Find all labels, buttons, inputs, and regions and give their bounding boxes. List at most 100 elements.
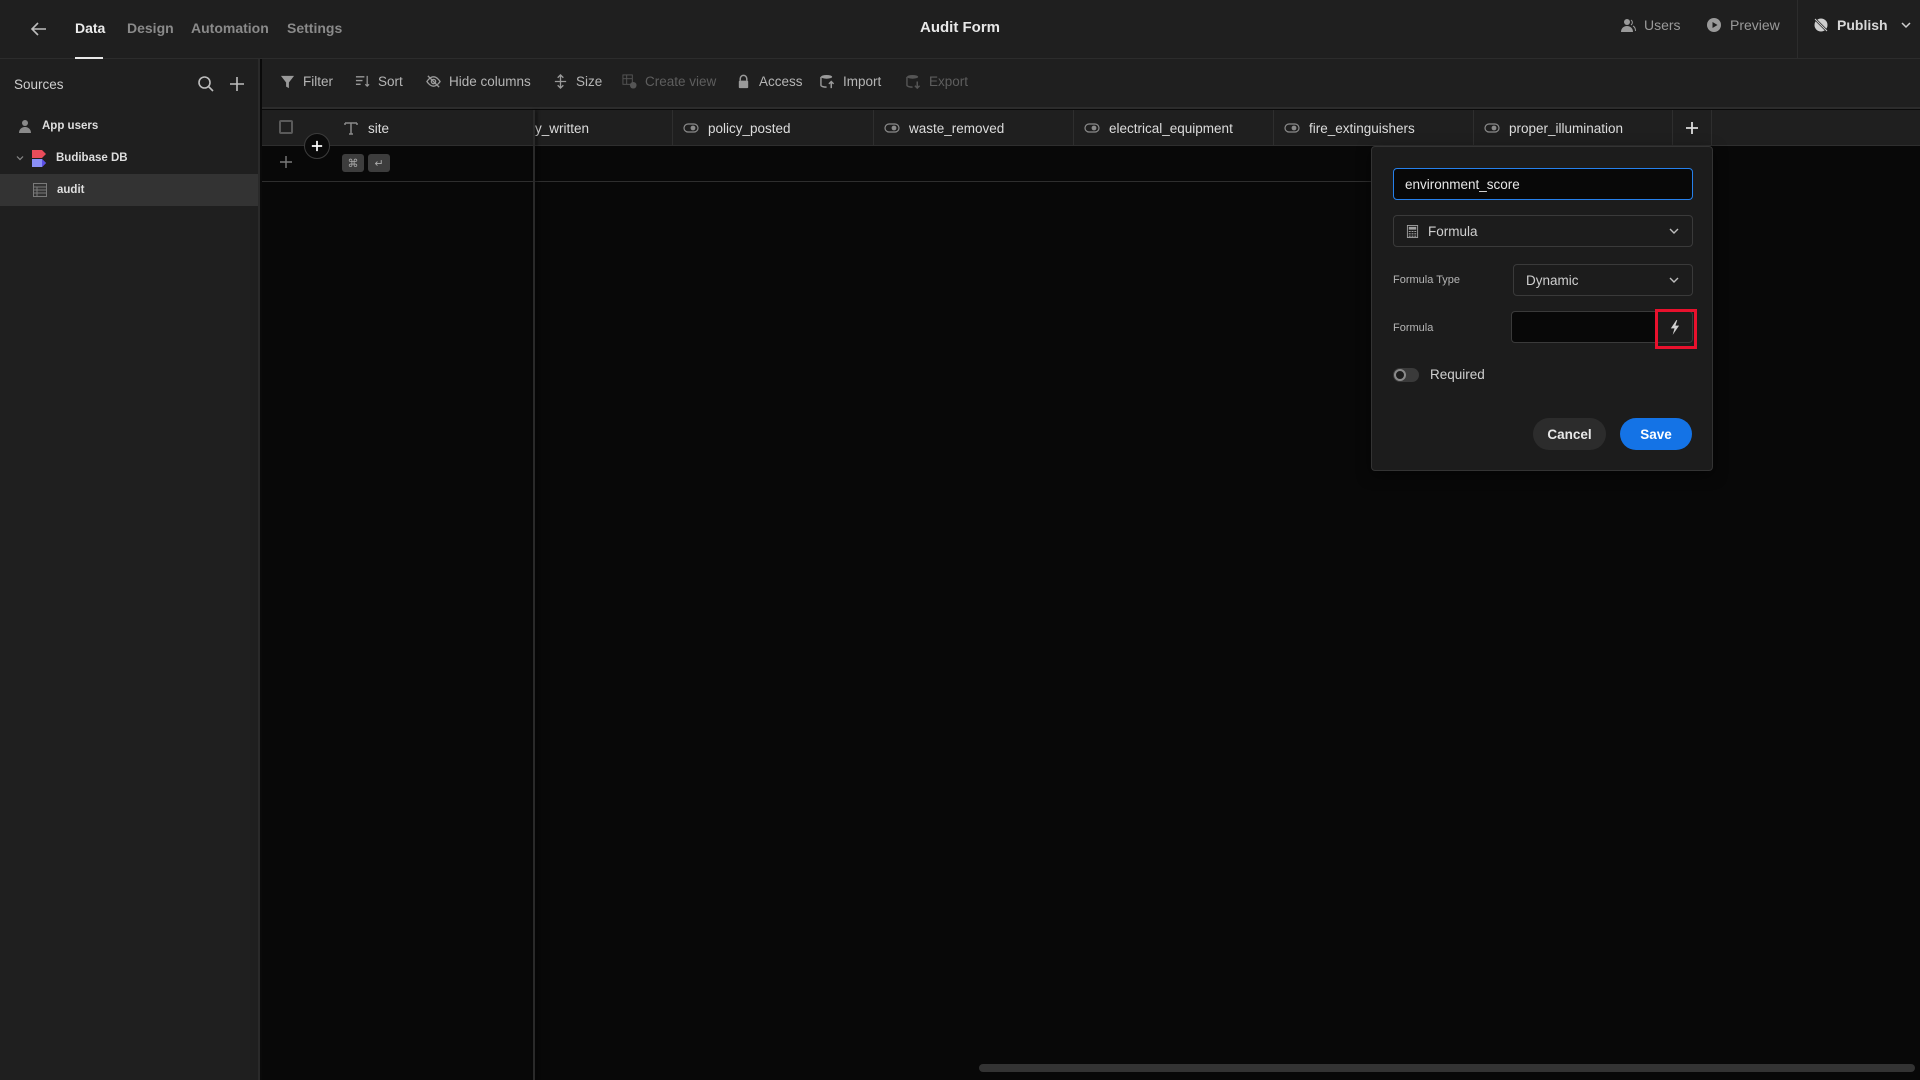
chevron-down-icon[interactable] xyxy=(15,153,25,163)
cancel-button[interactable]: Cancel xyxy=(1533,418,1606,450)
lightning-icon xyxy=(1670,319,1680,335)
tab-settings[interactable]: Settings xyxy=(287,20,342,36)
preview-label: Preview xyxy=(1730,17,1780,33)
column-header-waste-removed[interactable]: waste_removed xyxy=(874,110,1074,146)
formula-binding-button[interactable] xyxy=(1656,311,1693,343)
eye-off-icon xyxy=(426,75,441,88)
formula-input[interactable] xyxy=(1511,311,1656,343)
sidebar-item-label: audit xyxy=(57,184,85,196)
sidebar-item-label: App users xyxy=(42,120,99,132)
globe-off-icon xyxy=(1814,18,1828,32)
sidebar-item-audit[interactable]: audit xyxy=(0,174,258,206)
play-circle-icon xyxy=(1707,18,1721,32)
search-sources-button[interactable] xyxy=(196,74,216,94)
column-header-electrical-equipment[interactable]: electrical_equipment xyxy=(1074,110,1274,146)
floating-add-row-button[interactable] xyxy=(304,133,330,159)
size-button[interactable]: Size xyxy=(553,74,602,89)
formula-type-select[interactable]: Dynamic xyxy=(1513,264,1693,296)
database-export-icon xyxy=(906,74,921,89)
select-all-checkbox[interactable] xyxy=(279,120,293,134)
plus-icon xyxy=(311,140,323,152)
resize-vertical-icon xyxy=(554,74,567,89)
publish-label: Publish xyxy=(1837,17,1888,33)
save-button[interactable]: Save xyxy=(1620,418,1692,450)
column-header-proper-illumination[interactable]: proper_illumination xyxy=(1474,110,1673,146)
create-view-button[interactable]: Create view xyxy=(622,74,716,89)
table-add-icon xyxy=(622,74,637,89)
tab-data[interactable]: Data xyxy=(75,20,105,36)
toggle-type-icon xyxy=(1084,123,1100,133)
plus-icon xyxy=(280,156,292,168)
sort-button[interactable]: Sort xyxy=(355,74,403,89)
shortcut-key-enter: ↵ xyxy=(368,154,390,172)
column-header-policy-posted[interactable]: policy_posted xyxy=(673,110,874,146)
column-name: waste_removed xyxy=(909,120,1005,136)
toggle-type-icon xyxy=(683,123,699,133)
sources-title: Sources xyxy=(14,77,64,92)
formula-type-value: Dynamic xyxy=(1526,272,1579,288)
filter-label: Filter xyxy=(303,74,333,89)
column-header-y-written[interactable]: y_written xyxy=(535,110,673,146)
import-label: Import xyxy=(843,74,882,89)
plus-icon xyxy=(1686,122,1698,134)
column-name: site xyxy=(368,120,390,136)
sticky-column-divider xyxy=(533,110,535,1080)
column-editor-popover: Formula Formula Type Dynamic Formula Req… xyxy=(1371,146,1713,471)
column-name: proper_illumination xyxy=(1509,120,1624,136)
preview-button[interactable]: Preview xyxy=(1706,17,1780,33)
tab-automation[interactable]: Automation xyxy=(191,20,269,36)
shortcut-key-cmd: ⌘ xyxy=(342,154,364,172)
hide-columns-label: Hide columns xyxy=(449,74,531,89)
add-column-button[interactable] xyxy=(1673,110,1712,146)
export-button[interactable]: Export xyxy=(906,74,968,89)
horizontal-scrollbar[interactable] xyxy=(979,1064,1915,1072)
budibase-db-icon xyxy=(32,150,46,167)
chevron-down-icon[interactable] xyxy=(1900,19,1912,31)
column-name: policy_posted xyxy=(708,120,791,136)
add-row-button[interactable] xyxy=(279,155,293,169)
column-header-fire-extinguishers[interactable]: fire_extinguishers xyxy=(1274,110,1474,146)
export-label: Export xyxy=(929,74,969,89)
size-label: Size xyxy=(576,74,603,89)
column-name-input[interactable] xyxy=(1393,168,1693,200)
column-name: electrical_equipment xyxy=(1109,120,1233,136)
users-button[interactable]: Users xyxy=(1620,17,1681,33)
create-view-label: Create view xyxy=(645,74,717,89)
hide-columns-button[interactable]: Hide columns xyxy=(426,74,531,89)
toggle-type-icon xyxy=(884,123,900,133)
required-toggle[interactable] xyxy=(1393,368,1419,382)
column-name: y_written xyxy=(535,120,590,136)
users-label: Users xyxy=(1644,17,1681,33)
database-import-icon xyxy=(820,74,835,89)
sidebar-item-budibase-db[interactable]: Budibase DB xyxy=(0,142,258,174)
back-button[interactable] xyxy=(28,18,50,40)
plus-icon xyxy=(230,77,244,91)
filter-icon xyxy=(280,75,295,89)
toggle-type-icon xyxy=(1484,123,1500,133)
row-divider xyxy=(262,181,533,182)
sidebar-item-app-users[interactable]: App users xyxy=(0,110,258,142)
table-icon xyxy=(33,183,47,197)
column-header-site[interactable]: site xyxy=(333,110,533,146)
sort-icon xyxy=(355,75,370,88)
required-label: Required xyxy=(1430,367,1485,382)
toolbar: Filter Sort Hide columns Size Create vie… xyxy=(262,59,1920,109)
chevron-down-icon xyxy=(1669,228,1679,234)
column-type-value: Formula xyxy=(1428,223,1478,239)
import-button[interactable]: Import xyxy=(820,74,881,89)
access-label: Access xyxy=(759,74,803,89)
access-button[interactable]: Access xyxy=(736,74,803,89)
filter-button[interactable]: Filter xyxy=(280,74,333,89)
tab-design[interactable]: Design xyxy=(127,20,174,36)
search-icon xyxy=(198,76,214,92)
formula-type-label: Formula Type xyxy=(1393,274,1461,286)
toggle-knob xyxy=(1394,369,1406,381)
arrow-left-icon xyxy=(30,22,46,36)
toggle-type-icon xyxy=(1284,123,1300,133)
text-type-icon xyxy=(344,122,358,135)
publish-button[interactable]: Publish xyxy=(1813,17,1912,33)
column-type-select[interactable]: Formula xyxy=(1393,215,1693,247)
top-bar: Data Design Automation Settings Audit Fo… xyxy=(0,0,1920,59)
add-source-button[interactable] xyxy=(227,74,247,94)
chevron-down-icon xyxy=(1669,277,1679,283)
